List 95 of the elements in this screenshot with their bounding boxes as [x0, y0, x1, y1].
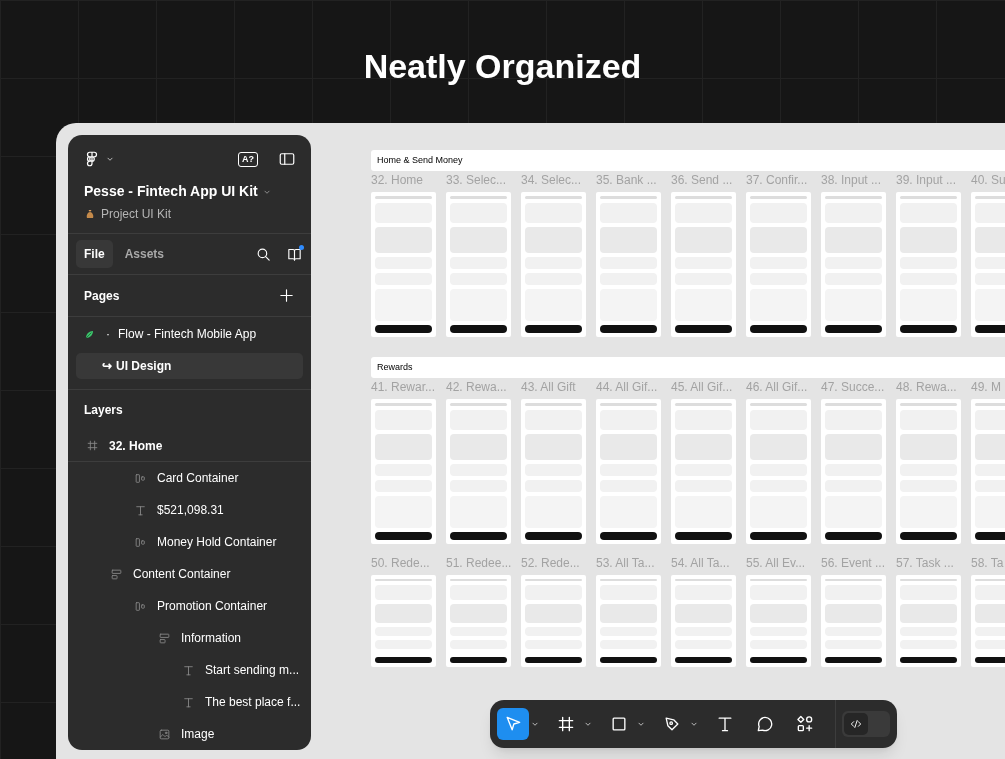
phone-screen-thumbnail[interactable]	[521, 399, 586, 544]
heading: Neatly Organized	[363, 46, 642, 86]
frame-label[interactable]: 51. Redee...	[446, 556, 511, 572]
frame-label[interactable]: 48. Rewa...	[896, 380, 961, 396]
section-header: Rewards	[371, 357, 1005, 378]
page-item[interactable]: ↪ UI Design	[76, 353, 303, 379]
phone-screen-thumbnail[interactable]	[371, 192, 436, 337]
layer-row[interactable]: Information	[68, 622, 311, 654]
frame-label[interactable]: 36. Send ...	[671, 173, 736, 189]
plus-icon	[278, 287, 295, 304]
layer-row[interactable]: Start sending m...	[68, 654, 311, 686]
phone-screen-thumbnail[interactable]	[896, 399, 961, 544]
phone-screen-thumbnail[interactable]	[746, 575, 811, 667]
frame-label[interactable]: 49. M	[971, 380, 1005, 396]
phone-screen-thumbnail[interactable]	[596, 575, 661, 667]
frame-label[interactable]: 45. All Gif...	[671, 380, 736, 396]
frame-label[interactable]: 47. Succe...	[821, 380, 886, 396]
move-tool-tool-button[interactable]	[497, 708, 529, 740]
phone-screen-thumbnail[interactable]	[596, 192, 661, 337]
tab[interactable]: File	[76, 240, 113, 268]
money-bag-icon	[84, 208, 96, 220]
phone-screen-thumbnail[interactable]	[896, 192, 961, 337]
frame-label[interactable]: 50. Rede...	[371, 556, 436, 572]
phone-screen-thumbnail[interactable]	[821, 575, 886, 667]
phone-screen-thumbnail[interactable]	[671, 575, 736, 667]
horizontal-layout-icon	[134, 535, 147, 549]
layer-row[interactable]: Content Container	[68, 558, 311, 590]
text-icon	[182, 663, 195, 677]
sidebar-icon	[278, 150, 296, 168]
components-icon	[795, 714, 815, 734]
project-subtitle: Project UI Kit	[101, 206, 172, 223]
frame-label[interactable]: 52. Rede...	[521, 556, 586, 572]
phone-screen-thumbnail[interactable]	[371, 399, 436, 544]
layer-row[interactable]: Card Container	[68, 462, 311, 494]
horizontal-layout-icon	[134, 599, 147, 613]
vertical-layout-icon	[158, 631, 171, 645]
phone-screen-thumbnail[interactable]	[671, 192, 736, 337]
section-header: Home & Send Money	[371, 150, 1005, 171]
layer-row[interactable]: The best place f...	[68, 686, 311, 718]
frame-label[interactable]: 54. All Ta...	[671, 556, 736, 572]
phone-screen-thumbnail[interactable]	[446, 192, 511, 337]
frame-label[interactable]: 37. Confir...	[746, 173, 811, 189]
section-title: Pages	[84, 287, 120, 305]
library-button[interactable]	[286, 245, 303, 263]
horizontal-layout-icon	[134, 471, 147, 485]
phone-screen-thumbnail[interactable]	[446, 399, 511, 544]
phone-screen-thumbnail[interactable]	[821, 399, 886, 544]
panel-toggle-button[interactable]	[278, 150, 296, 168]
tab[interactable]: Assets	[116, 240, 173, 268]
text-icon	[134, 503, 147, 517]
frame-label[interactable]: 42. Rewa...	[446, 380, 511, 396]
text-icon	[182, 695, 195, 709]
code-icon	[849, 717, 863, 731]
add-page-button[interactable]	[278, 287, 295, 304]
frame-label[interactable]: 32. Home	[371, 173, 436, 189]
frame-icon	[556, 714, 576, 734]
phone-screen-thumbnail[interactable]	[596, 399, 661, 544]
frame-label[interactable]: 56. Event ...	[821, 556, 886, 572]
frame-label[interactable]: 35. Bank ...	[596, 173, 661, 189]
frame-label[interactable]: 46. All Gif...	[746, 380, 811, 396]
layer-row[interactable]: Money Hold Container	[68, 526, 311, 558]
phone-screen-thumbnail[interactable]	[521, 575, 586, 667]
frame-label[interactable]: 41. Rewar...	[371, 380, 436, 396]
frame-label[interactable]: 33. Selec...	[446, 173, 511, 189]
frame-label[interactable]: 43. All Gift	[521, 380, 586, 396]
accessibility-button[interactable]: A?	[238, 151, 258, 167]
frame-label[interactable]: 40. Su	[971, 173, 1005, 189]
frame-label[interactable]: 39. Input ...	[896, 173, 961, 189]
phone-screen-thumbnail[interactable]	[746, 399, 811, 544]
frame-label[interactable]: 38. Input ...	[821, 173, 886, 189]
dev-mode-toggle[interactable]	[842, 711, 890, 737]
layer-row[interactable]: Image	[68, 718, 311, 750]
layer-row[interactable]: $521,098.31	[68, 494, 311, 526]
frame-label[interactable]: 44. All Gif...	[596, 380, 661, 396]
comment-icon	[755, 714, 775, 734]
phone-screen-thumbnail[interactable]	[446, 575, 511, 667]
phone-screen-thumbnail[interactable]	[371, 575, 436, 667]
phone-screen-thumbnail[interactable]	[821, 192, 886, 337]
phone-screen-thumbnail[interactable]	[746, 192, 811, 337]
frame-label[interactable]: 55. All Ev...	[746, 556, 811, 572]
leaf-icon	[84, 328, 96, 340]
frame-label[interactable]: 53. All Ta...	[596, 556, 661, 572]
phone-screen-thumbnail[interactable]	[896, 575, 961, 667]
phone-screen-thumbnail[interactable]	[521, 192, 586, 337]
vertical-layout-icon	[110, 567, 123, 581]
frame-label[interactable]: 57. Task ...	[896, 556, 961, 572]
image-icon	[158, 727, 171, 741]
frame-icon	[86, 439, 99, 452]
project-title[interactable]: Pesse - Fintech App UI Kit	[84, 181, 258, 202]
page-item[interactable]: · Flow - Fintech Mobile App	[76, 321, 303, 347]
phone-screen-thumbnail[interactable]	[671, 399, 736, 544]
frame-label[interactable]: 58. Ta	[971, 556, 1005, 572]
section-title: Layers	[84, 402, 123, 419]
frame-label[interactable]: 34. Selec...	[521, 173, 586, 189]
layer-row[interactable]: Promotion Container	[68, 590, 311, 622]
